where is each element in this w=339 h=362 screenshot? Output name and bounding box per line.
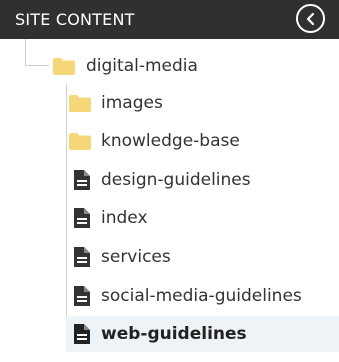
tree-item-knowledge-base[interactable]: knowledge-base <box>0 123 339 159</box>
collapse-panel-button[interactable] <box>296 4 325 33</box>
document-icon <box>70 206 94 230</box>
panel-title: SITE CONTENT <box>15 10 135 29</box>
tree-item-label: web-guidelines <box>101 324 247 344</box>
folder-icon <box>68 129 92 153</box>
document-icon <box>70 168 94 192</box>
document-icon <box>70 322 94 346</box>
folder-icon <box>52 54 76 78</box>
content-tree: digital-media images knowledge-base desi… <box>0 39 339 362</box>
tree-item-design-guidelines[interactable]: design-guidelines <box>0 162 339 198</box>
tree-item-label: index <box>101 208 148 228</box>
tree-item-social-media-guidelines[interactable]: social-media-guidelines <box>0 278 339 314</box>
document-icon <box>70 284 94 308</box>
tree-item-web-guidelines[interactable]: web-guidelines <box>0 316 339 352</box>
folder-icon <box>68 91 92 115</box>
tree-item-label: knowledge-base <box>101 131 240 151</box>
tree-item-label: digital-media <box>86 56 198 76</box>
tree-item-digital-media[interactable]: digital-media <box>0 48 339 84</box>
site-content-header: SITE CONTENT <box>0 0 339 39</box>
tree-item-services[interactable]: services <box>0 239 339 275</box>
tree-item-label: services <box>101 247 171 267</box>
tree-item-label: images <box>101 93 163 113</box>
tree-item-images[interactable]: images <box>0 85 339 121</box>
tree-item-label: social-media-guidelines <box>101 286 302 306</box>
chevron-left-icon <box>306 12 314 25</box>
tree-item-index[interactable]: index <box>0 200 339 236</box>
document-icon <box>70 245 94 269</box>
tree-item-label: design-guidelines <box>101 170 251 190</box>
